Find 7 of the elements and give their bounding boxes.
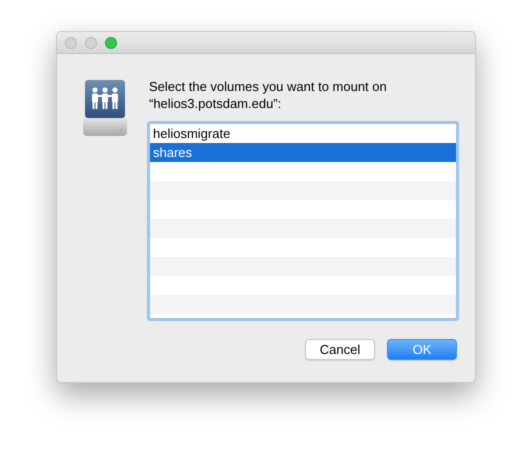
zoom-icon[interactable] [105, 36, 117, 48]
volume-list-item[interactable]: shares [150, 143, 456, 162]
server-drive-icon [81, 78, 129, 138]
cancel-button[interactable]: Cancel [305, 339, 375, 360]
close-icon[interactable] [65, 36, 77, 48]
minimize-icon[interactable] [85, 36, 97, 48]
dialog-message: Select the volumes you want to mount on “helios3.potsdam.edu”: [149, 78, 388, 112]
